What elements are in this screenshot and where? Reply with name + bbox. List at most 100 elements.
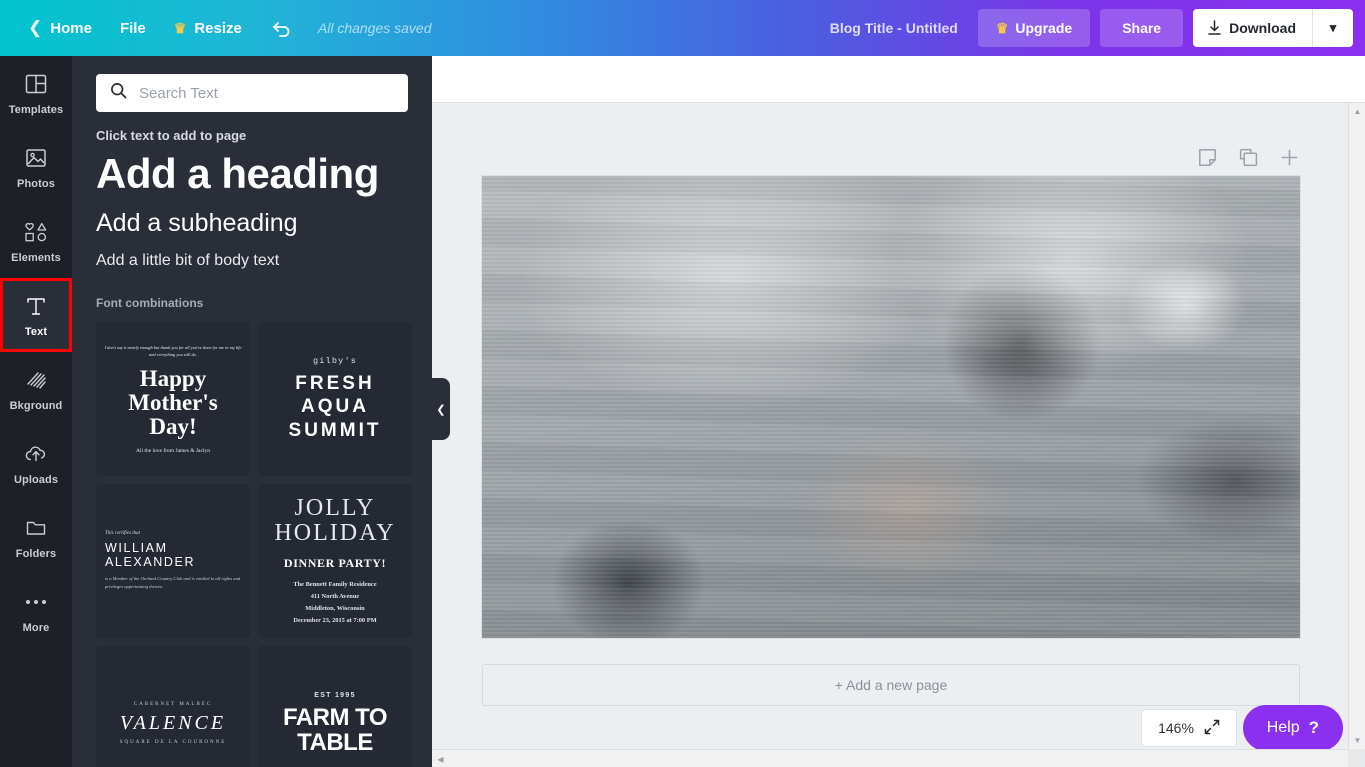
help-label: Help [1266,719,1300,736]
search-input[interactable]: Search Text [96,74,408,112]
resize-button[interactable]: ♛ Resize [160,0,256,56]
sidebar-item-label: Templates [8,103,64,116]
chevron-down-icon: ▾ [1329,20,1337,35]
design-stage: + Add a new page 146% Help ? [432,56,1365,767]
undo-button[interactable] [256,0,308,56]
text-panel: Search Text Click text to add to page Ad… [72,56,432,767]
share-button[interactable]: Share [1100,9,1184,47]
scroll-left-arrow-icon[interactable]: ◀ [432,750,449,767]
scroll-down-arrow-icon[interactable]: ▼ [1349,732,1365,749]
sidebar-item-text[interactable]: Text [0,278,72,352]
card-title: VALENCE [119,711,227,734]
card-footer: SQUARE DE LA COURONNE [119,739,227,745]
card-address-line: Middleton, Wisconsin [305,604,365,612]
card-title: Happy Mother's Day! [128,365,218,440]
font-combo-card[interactable]: gilby's FRESH AQUA SUMMIT [258,322,412,477]
card-title: FRESH AQUA SUMMIT [288,372,382,442]
add-heading-option[interactable]: Add a heading [72,143,432,197]
add-subheading-option[interactable]: Add a subheading [72,197,432,238]
add-page-icon[interactable] [1280,148,1299,167]
shapes-elements-icon [23,219,49,245]
sidebar-item-bkground[interactable]: Bkground [0,352,72,426]
card-script-text: I don't say it nearly enough but thank y… [104,344,242,358]
add-body-text-option[interactable]: Add a little bit of body text [72,238,432,270]
page-tools [1198,148,1299,167]
panel-hint: Click text to add to page [96,128,247,143]
duplicate-page-icon[interactable] [1239,148,1258,167]
hatch-background-icon [23,367,49,393]
cloud-upload-icon [23,441,49,467]
chevron-left-icon: ❮ [28,18,43,37]
resize-label: Resize [194,19,242,37]
card-subtitle: DINNER PARTY! [283,556,387,571]
sidebar-item-folders[interactable]: Folders [0,500,72,574]
help-button[interactable]: Help ? [1242,705,1343,751]
expand-arrows-icon[interactable] [1204,719,1220,738]
upgrade-label: Upgrade [1015,20,1073,36]
canvas-page-image[interactable] [482,176,1300,638]
more-dots-icon [23,589,49,615]
font-combo-card[interactable]: I don't say it nearly enough but thank y… [96,322,250,477]
crown-icon: ♛ [173,19,187,36]
file-label: File [119,19,146,37]
notes-icon[interactable] [1198,148,1217,167]
sidebar-item-elements[interactable]: Elements [0,204,72,278]
photo-image-icon [23,145,49,171]
home-button[interactable]: ❮ Home [14,0,106,56]
sidebar-item-label: Text [24,325,48,338]
font-combo-card[interactable]: JOLLY HOLIDAY DINNER PARTY! The Bennett … [258,484,412,639]
card-title: WILLIAM ALEXANDER [105,540,196,569]
search-icon [110,82,127,104]
add-new-page-button[interactable]: + Add a new page [482,664,1300,706]
undo-arrow-icon [272,22,290,37]
download-button[interactable]: Download [1193,9,1313,47]
font-combo-card[interactable]: This certifies that WILLIAM ALEXANDER is… [96,484,250,639]
sidebar-item-uploads[interactable]: Uploads [0,426,72,500]
left-sidebar: Templates Photos Elements Text Bkground … [0,56,72,767]
horizontal-scrollbar[interactable]: ◀ [432,749,1348,767]
share-label: Share [1122,20,1162,36]
home-label: Home [50,19,92,37]
card-address: The Bennett Family Residence 411 North A… [293,579,376,626]
zoom-control[interactable]: 146% [1141,709,1237,747]
card-address-line: 411 North Avenue [310,593,360,601]
sidebar-item-photos[interactable]: Photos [0,130,72,204]
templates-grid-icon [23,71,49,97]
text-t-icon [23,293,49,319]
card-footer: All the love from James & Jaclyn [136,448,210,455]
search-container: Search Text [72,56,432,112]
card-address-line: December 23, 2015 at 7:00 PM [293,616,377,624]
font-combo-card[interactable]: CABERNET MALBEC VALENCE SQUARE DE LA COU… [96,646,250,767]
sidebar-item-label: Bkground [9,399,63,412]
canva-editor-window: ❮ Home File ♛ Resize All changes saved B… [0,0,1365,767]
download-options-button[interactable]: ▾ [1313,9,1353,47]
sidebar-item-label: Elements [11,251,61,264]
card-title: FARM TO TABLE [282,703,388,756]
top-toolbar: ❮ Home File ♛ Resize All changes saved B… [0,0,1365,56]
chevron-left-icon: ❮ [436,403,446,416]
font-combinations-label: Font combinations [96,296,204,311]
folder-icon [23,515,49,541]
card-eyebrow: EST 1995 [314,691,356,699]
card-eyebrow: CABERNET MALBEC [133,701,213,707]
card-eyebrow: This certifies that [105,530,140,536]
card-paragraph: is a Member of the Orchard Country Club … [105,575,241,590]
sidebar-item-label: Photos [17,177,55,190]
card-address-line: The Bennett Family Residence [293,581,377,589]
vertical-scrollbar[interactable]: ▲ ▼ [1348,103,1365,767]
panel-collapse-handle[interactable]: ❮ [432,378,450,440]
sidebar-item-more[interactable]: More [0,574,72,648]
file-menu-button[interactable]: File [106,0,160,56]
upgrade-button[interactable]: ♛ Upgrade [977,9,1091,47]
download-label: Download [1229,20,1296,36]
crown-icon: ♛ [995,19,1009,36]
download-group: Download ▾ [1193,9,1353,47]
document-title[interactable]: Blog Title - Untitled [830,20,958,36]
download-arrow-icon [1208,20,1221,35]
sidebar-item-templates[interactable]: Templates [0,56,72,130]
font-combo-card[interactable]: EST 1995 FARM TO TABLE [258,646,412,767]
scroll-up-arrow-icon[interactable]: ▲ [1349,103,1365,120]
search-placeholder: Search Text [139,84,218,102]
scrollbar-corner [1348,749,1365,767]
sidebar-item-label: More [22,621,50,634]
